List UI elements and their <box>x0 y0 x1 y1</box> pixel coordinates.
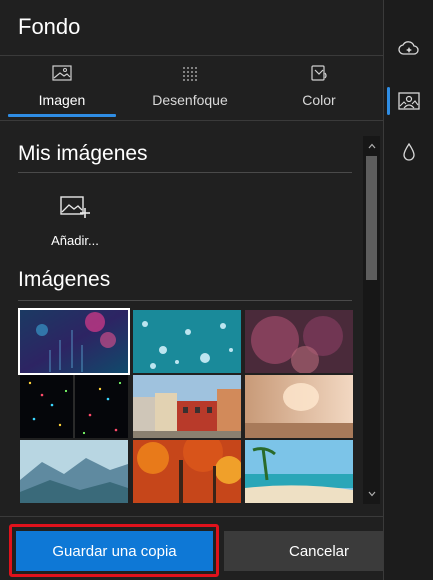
panel-title: Fondo <box>18 14 81 39</box>
add-image-label: Añadir... <box>51 233 99 248</box>
scroll-up-arrow-icon[interactable] <box>363 138 380 154</box>
tab-image-label: Imagen <box>38 92 86 108</box>
tab-image[interactable]: Imagen <box>30 56 94 120</box>
add-image-button[interactable]: Añadir... <box>40 194 110 254</box>
my-images-heading: Mis imágenes <box>18 142 148 165</box>
warm-room-thumbnail[interactable] <box>245 375 353 438</box>
tab-blur-label: Desenfoque <box>152 92 228 108</box>
image-icon <box>51 64 73 82</box>
tropical-beach-thumbnail[interactable] <box>245 440 353 503</box>
city-street-thumbnail[interactable] <box>133 375 241 438</box>
misty-mountains-thumbnail[interactable] <box>20 440 128 503</box>
tab-color[interactable]: Color <box>290 56 348 120</box>
blur-icon <box>179 64 201 82</box>
section-divider <box>18 172 352 173</box>
divider <box>0 120 383 121</box>
cloud-sparkle-icon[interactable] <box>384 28 433 68</box>
scroll-down-arrow-icon[interactable] <box>363 486 380 502</box>
images-heading: Imágenes <box>18 268 111 291</box>
autumn-forest-thumbnail[interactable] <box>133 440 241 503</box>
tab-blur[interactable]: Desenfoque <box>142 56 238 120</box>
highlight-annotation <box>9 524 219 577</box>
drop-icon[interactable] <box>384 132 433 172</box>
active-tab-indicator <box>8 114 116 117</box>
teal-droplets-thumbnail[interactable] <box>133 310 241 373</box>
section-divider <box>18 300 352 301</box>
tab-color-label: Color <box>302 92 336 108</box>
space-lights-thumbnail[interactable] <box>20 375 128 438</box>
add-image-icon <box>59 194 91 225</box>
background-image-icon[interactable] <box>384 81 433 121</box>
divider <box>0 516 383 517</box>
background-panel: Fondo Imagen Desenfoque Color Mis imágen… <box>0 0 414 580</box>
pink-blur-thumbnail[interactable] <box>245 310 353 373</box>
tool-rail <box>383 0 433 580</box>
paint-bucket-icon <box>308 64 330 82</box>
scrollbar[interactable] <box>363 136 380 504</box>
rain-bokeh-thumbnail[interactable] <box>18 308 130 375</box>
scrollbar-thumb[interactable] <box>366 156 377 280</box>
tab-bar: Imagen Desenfoque Color <box>0 56 383 120</box>
